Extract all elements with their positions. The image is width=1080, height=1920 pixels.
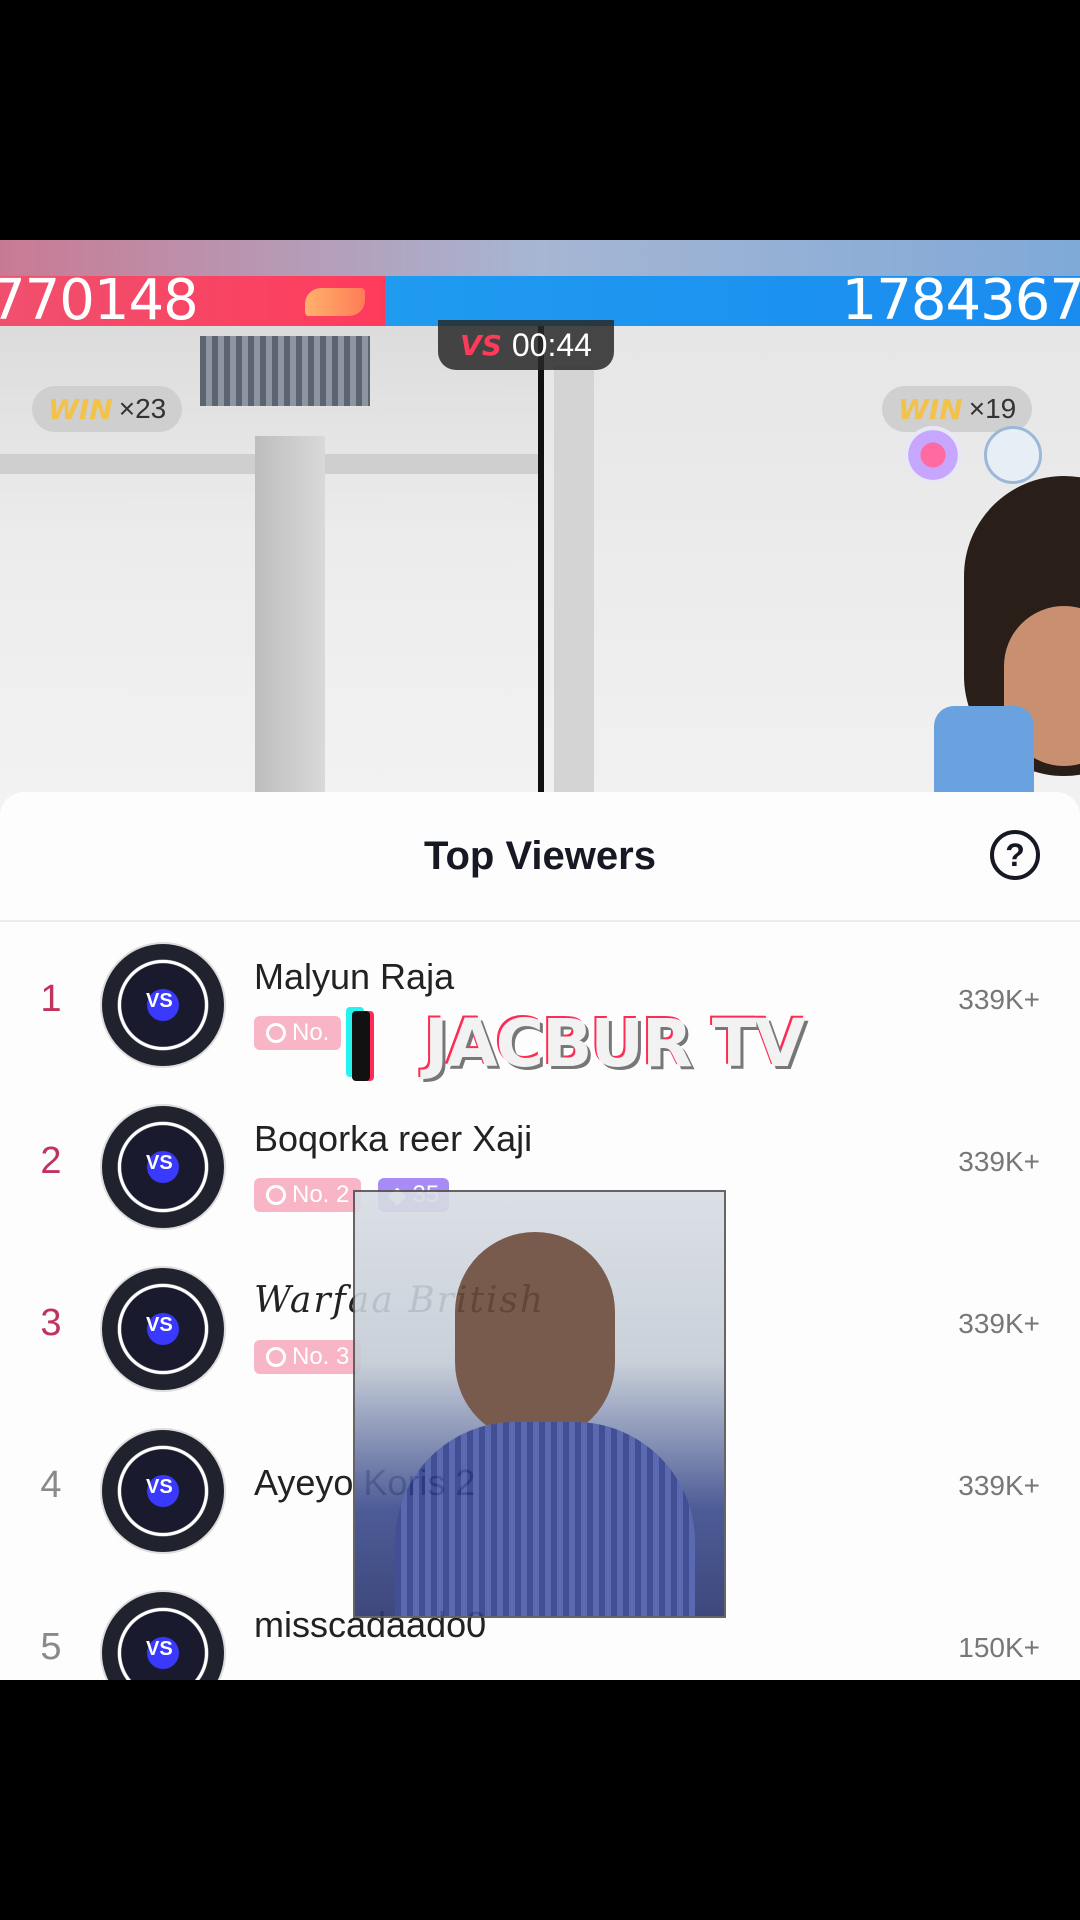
ceiling-vent	[200, 336, 370, 406]
battle-timer: VS 00:44	[438, 320, 614, 370]
win-label: WIN	[898, 392, 963, 426]
right-team-score: 1784367	[385, 272, 1080, 330]
viewer-name[interactable]: Malyun Raja	[254, 956, 454, 998]
sheet-title: Top Viewers	[424, 833, 656, 878]
avatar[interactable]	[100, 942, 226, 1068]
left-team-score: 770148	[0, 272, 385, 330]
rank-badge: No.	[254, 1016, 342, 1050]
presenter-head	[455, 1232, 615, 1442]
avatar[interactable]	[100, 1590, 226, 1680]
viewer-score: 339K+	[958, 1470, 1040, 1501]
battle-score-bar: 770148 1784367	[0, 272, 1080, 330]
presenter-shirt	[395, 1422, 695, 1616]
avatar[interactable]	[100, 1266, 226, 1392]
help-icon[interactable]: ?	[990, 830, 1040, 880]
rank-badge: No. 2	[254, 1178, 362, 1212]
win-label: WIN	[48, 392, 113, 426]
rank-badge-label: No. 3	[292, 1343, 350, 1370]
tool-icon[interactable]	[984, 426, 1042, 484]
viewer-score: 150K+	[958, 1632, 1040, 1663]
win-count: ×19	[968, 393, 1017, 424]
vs-icon: VS	[460, 328, 502, 362]
rank-badge-label: No.	[292, 1019, 330, 1046]
viewer-rank: 5	[40, 1626, 62, 1668]
badge-icon	[266, 1185, 286, 1205]
gift-icon[interactable]	[904, 426, 962, 484]
badge-icon	[266, 1347, 286, 1367]
viewer-rank: 4	[40, 1464, 62, 1506]
avatar[interactable]	[100, 1428, 226, 1554]
viewer-name[interactable]: Boqorka reer Xaji	[254, 1118, 532, 1160]
left-score-value: 770148	[0, 268, 199, 333]
right-score-value: 1784367	[841, 268, 1080, 333]
timer-value: 00:44	[511, 326, 592, 363]
viewer-rank: 3	[40, 1302, 62, 1344]
watermark-text: JACBUR TV	[424, 1004, 806, 1082]
left-win-badge: WIN ×23	[32, 386, 183, 432]
viewer-rank: 1	[40, 978, 62, 1020]
viewer-score: 339K+	[958, 1308, 1040, 1339]
picture-in-picture-video[interactable]	[353, 1190, 726, 1618]
streak-icon	[305, 288, 365, 316]
channel-watermark: JACBUR TV	[340, 1000, 806, 1086]
sheet-header: Top Viewers ?	[0, 792, 1080, 922]
badge-icon	[266, 1023, 286, 1043]
avatar[interactable]	[100, 1104, 226, 1230]
win-count: ×23	[118, 393, 167, 424]
rank-badge: No. 3	[254, 1340, 362, 1374]
viewer-score: 339K+	[958, 1146, 1040, 1177]
rank-badge-label: No. 2	[292, 1181, 350, 1208]
viewer-score: 339K+	[958, 984, 1040, 1015]
viewer-rank: 2	[40, 1140, 62, 1182]
tiktok-icon	[340, 1003, 410, 1083]
